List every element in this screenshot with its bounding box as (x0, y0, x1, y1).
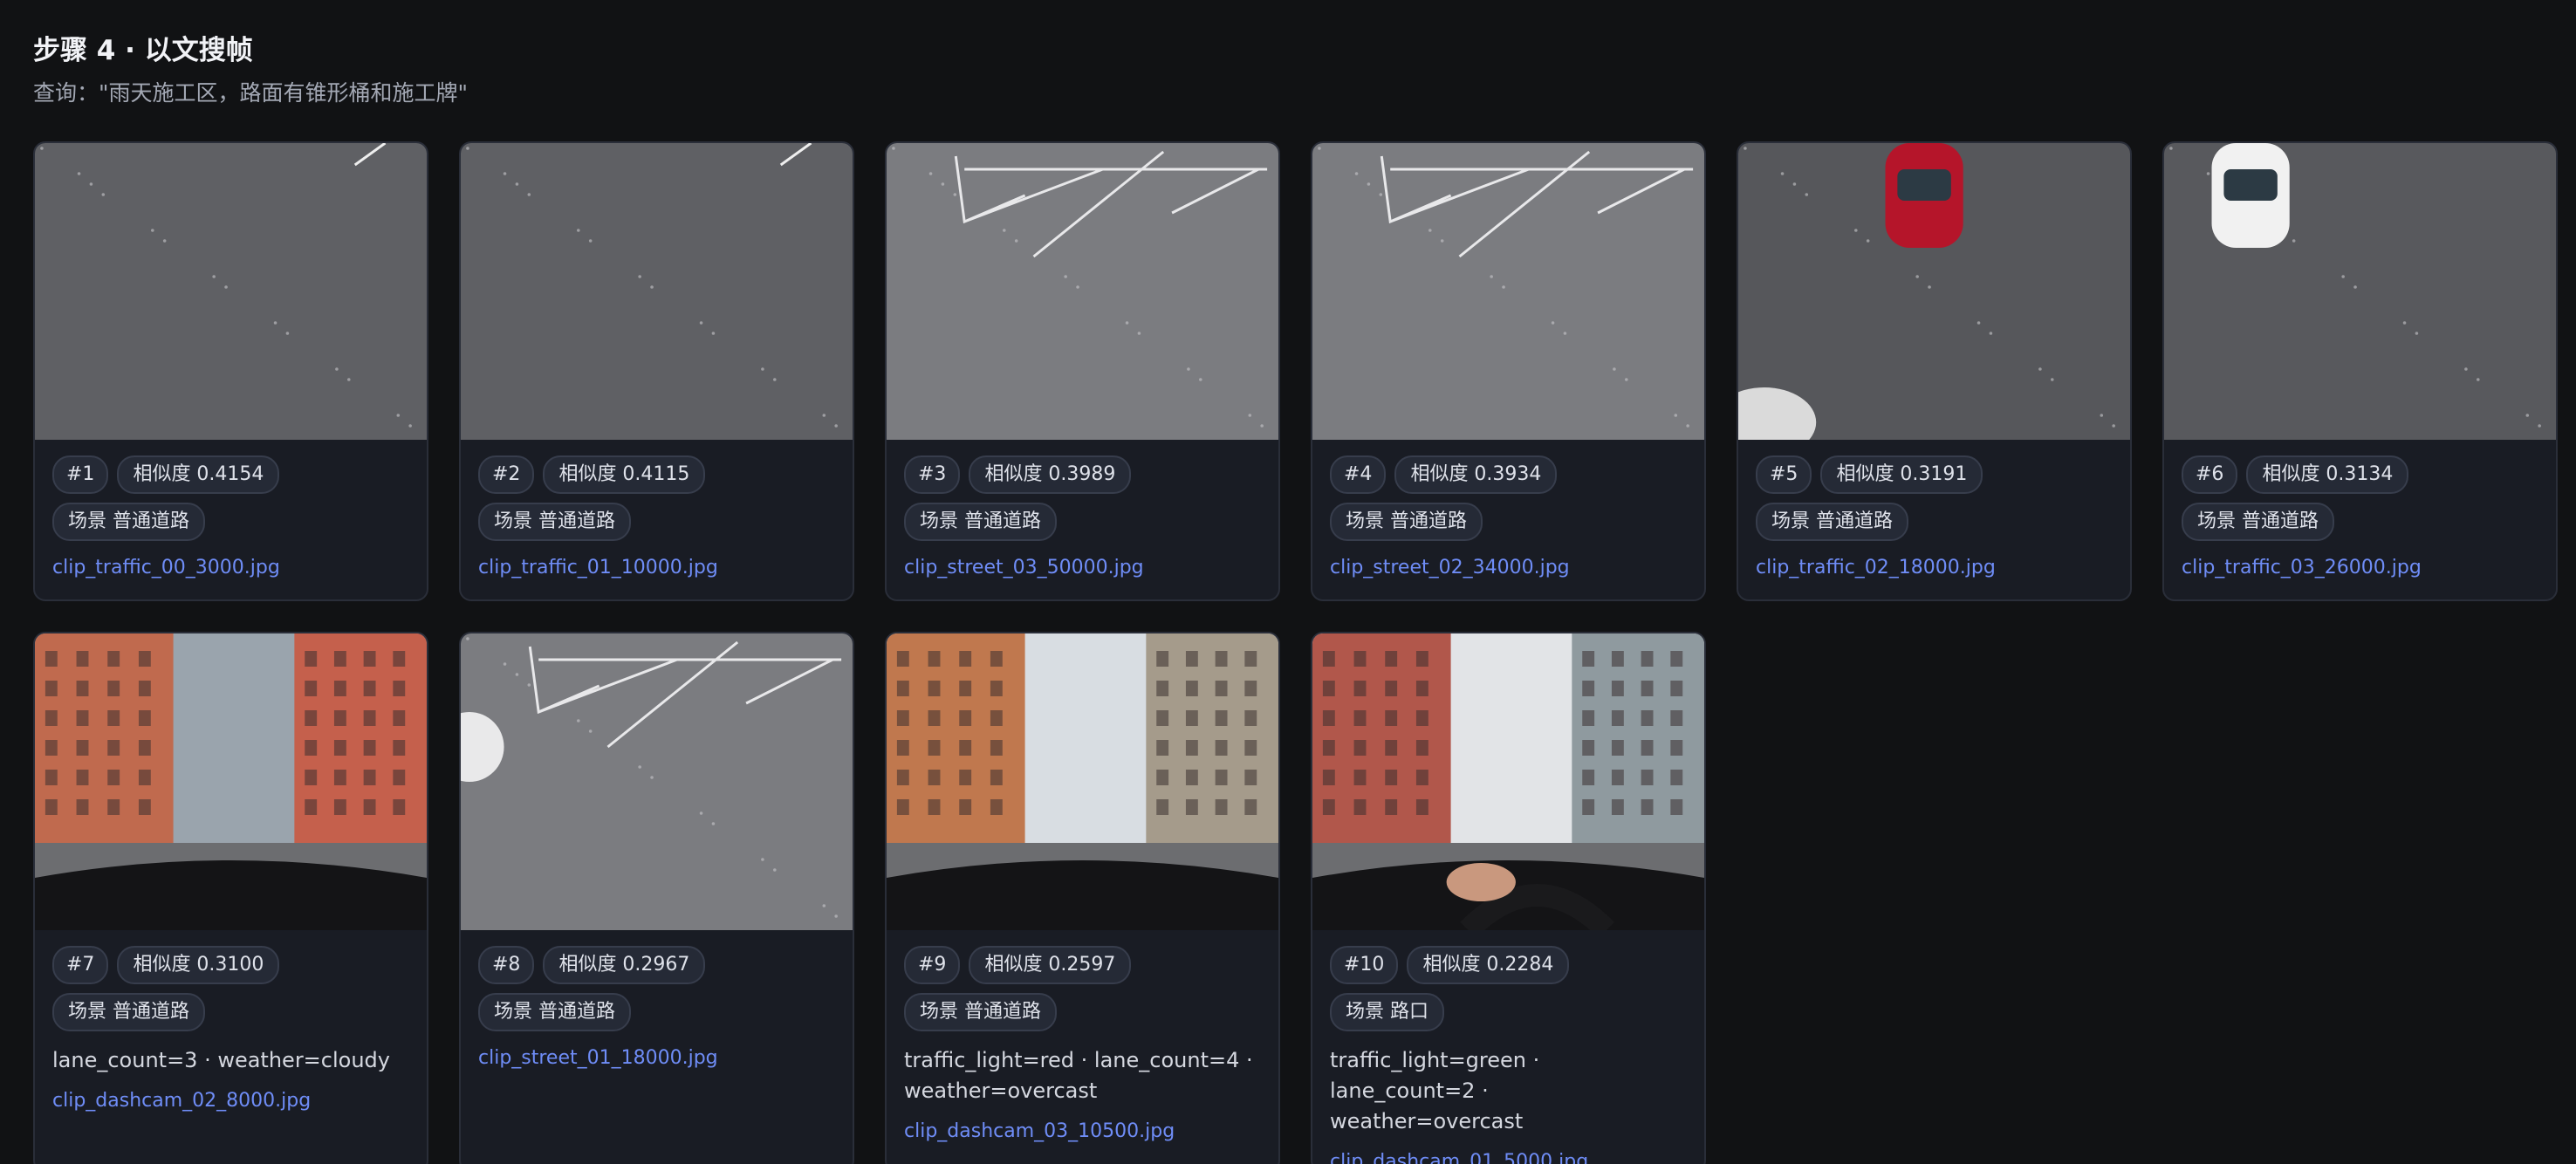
rank-badge: #5 (1756, 455, 1812, 494)
scene-badge: 场景 普通道路 (1330, 503, 1483, 541)
thumbnail-image[interactable] (1312, 143, 1704, 440)
rank-badge: #4 (1330, 455, 1387, 494)
result-card-4[interactable]: #4 相似度 0.3934 场景 普通道路 clip_street_02_340… (1311, 141, 1706, 601)
rank-badge: #7 (52, 946, 109, 984)
thumbnail-image[interactable] (35, 143, 427, 440)
scene-badge: 场景 普通道路 (52, 503, 205, 541)
similarity-badge: 相似度 0.2967 (543, 946, 706, 984)
result-card-10[interactable]: #10 相似度 0.2284 场景 路口 traffic_light=green… (1311, 632, 1706, 1164)
result-card-2[interactable]: #2 相似度 0.4115 场景 普通道路 clip_traffic_01_10… (459, 141, 854, 601)
frame-metadata: lane_count=3 · weather=cloudy (52, 1048, 390, 1072)
scene-badge: 场景 普通道路 (904, 503, 1057, 541)
result-card-1[interactable]: #1 相似度 0.4154 场景 普通道路 clip_traffic_00_30… (33, 141, 428, 601)
scene-badge: 场景 普通道路 (2182, 503, 2334, 541)
similarity-badge: 相似度 0.3134 (2246, 455, 2409, 494)
rank-badge: #9 (904, 946, 961, 984)
file-link[interactable]: clip_traffic_00_3000.jpg (52, 555, 409, 581)
thumbnail-image[interactable] (1738, 143, 2130, 440)
rank-badge: #10 (1330, 946, 1399, 984)
page-title: 步骤 4 · 以文搜帧 (33, 35, 253, 66)
similarity-badge: 相似度 0.3934 (1394, 455, 1558, 494)
result-card-3[interactable]: #3 相似度 0.3989 场景 普通道路 clip_street_03_500… (885, 141, 1280, 601)
thumbnail-image[interactable] (461, 143, 853, 440)
similarity-badge: 相似度 0.4115 (543, 455, 706, 494)
query-text: 查询："雨天施工区，路面有锥形桶和施工牌" (33, 80, 468, 106)
file-link[interactable]: clip_dashcam_03_10500.jpg (904, 1119, 1261, 1145)
result-card-5[interactable]: #5 相似度 0.3191 场景 普通道路 clip_traffic_02_18… (1737, 141, 2132, 601)
file-link[interactable]: clip_street_02_34000.jpg (1330, 555, 1687, 581)
scene-badge: 场景 普通道路 (1756, 503, 1908, 541)
rank-badge: #2 (478, 455, 535, 494)
results-grid: #1 相似度 0.4154 场景 普通道路 clip_traffic_00_30… (33, 141, 2560, 1164)
thumbnail-image[interactable] (2164, 143, 2556, 440)
result-card-8[interactable]: #8 相似度 0.2967 场景 普通道路 clip_street_01_180… (459, 632, 854, 1164)
file-link[interactable]: clip_traffic_01_10000.jpg (478, 555, 835, 581)
result-card-6[interactable]: #6 相似度 0.3134 场景 普通道路 clip_traffic_03_26… (2162, 141, 2558, 601)
scene-badge: 场景 普通道路 (478, 993, 631, 1031)
scene-badge: 场景 路口 (1330, 993, 1444, 1031)
rank-badge: #3 (904, 455, 961, 494)
frame-metadata: traffic_light=green · lane_count=2 · wea… (1330, 1048, 1540, 1133)
scene-badge: 场景 普通道路 (904, 993, 1057, 1031)
scene-badge: 场景 普通道路 (52, 993, 205, 1031)
file-link[interactable]: clip_traffic_02_18000.jpg (1756, 555, 2113, 581)
thumbnail-image[interactable] (1312, 633, 1704, 930)
file-link[interactable]: clip_street_01_18000.jpg (478, 1045, 835, 1072)
similarity-badge: 相似度 0.2284 (1407, 946, 1570, 984)
frame-metadata: traffic_light=red · lane_count=4 · weath… (904, 1048, 1253, 1103)
scene-badge: 场景 普通道路 (478, 503, 631, 541)
thumbnail-image[interactable] (887, 633, 1278, 930)
similarity-badge: 相似度 0.3100 (117, 946, 280, 984)
rank-badge: #1 (52, 455, 109, 494)
result-card-9[interactable]: #9 相似度 0.2597 场景 普通道路 traffic_light=red … (885, 632, 1280, 1164)
result-card-7[interactable]: #7 相似度 0.3100 场景 普通道路 lane_count=3 · wea… (33, 632, 428, 1164)
similarity-badge: 相似度 0.3191 (1820, 455, 1983, 494)
thumbnail-image[interactable] (35, 633, 427, 930)
rank-badge: #6 (2182, 455, 2238, 494)
rank-badge: #8 (478, 946, 535, 984)
similarity-badge: 相似度 0.3989 (969, 455, 1132, 494)
file-link[interactable]: clip_street_03_50000.jpg (904, 555, 1261, 581)
thumbnail-image[interactable] (887, 143, 1278, 440)
similarity-badge: 相似度 0.2597 (969, 946, 1132, 984)
file-link[interactable]: clip_dashcam_02_8000.jpg (52, 1088, 409, 1114)
file-link[interactable]: clip_traffic_03_26000.jpg (2182, 555, 2538, 581)
search-results-page: 步骤 4 · 以文搜帧 查询："雨天施工区，路面有锥形桶和施工牌" #1 相似度… (0, 0, 2576, 1164)
thumbnail-image[interactable] (461, 633, 853, 930)
file-link[interactable]: clip_dashcam_01_5000.jpg (1330, 1149, 1687, 1164)
similarity-badge: 相似度 0.4154 (117, 455, 280, 494)
